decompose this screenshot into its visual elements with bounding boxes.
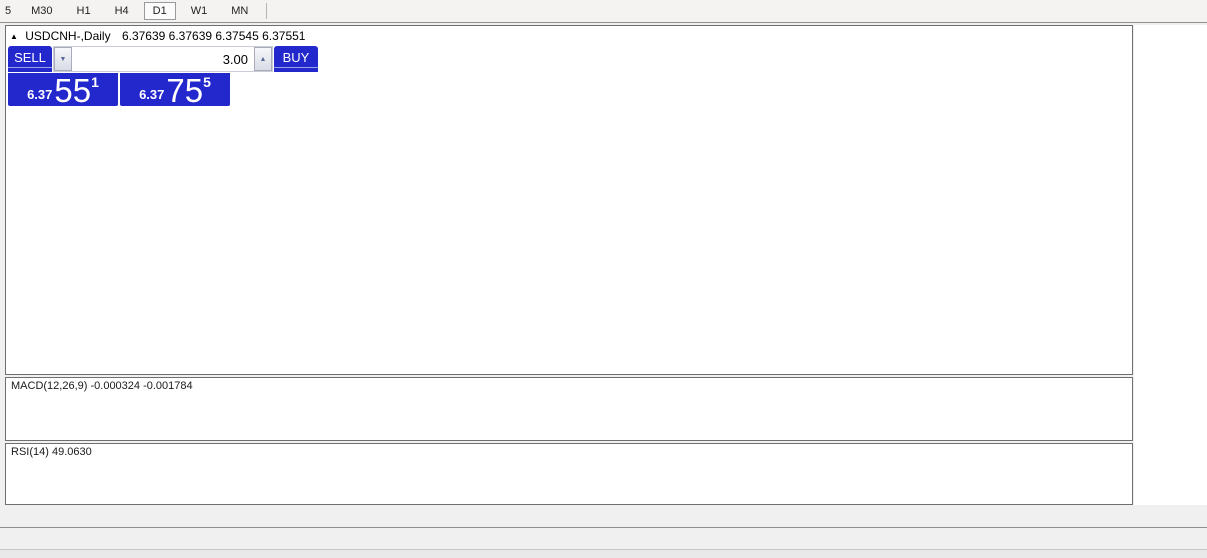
one-click-trading-panel: SELL ▼ ▲ BUY 6.37 55 1 6.37 75 5 xyxy=(8,46,230,106)
sell-button-label: SELL xyxy=(14,50,46,65)
collapse-triangle-icon[interactable]: ▲ xyxy=(10,32,18,41)
mt4-window: 5M30H1H4D1W1MN ▲ USDCNH-,Daily 6.37639 6… xyxy=(0,0,1207,558)
buy-button-label: BUY xyxy=(283,50,310,65)
volume-stepper: ▼ ▲ xyxy=(53,46,273,72)
chart-header: ▲ USDCNH-,Daily 6.37639 6.37639 6.37545 … xyxy=(10,29,305,43)
macd-title: MACD(12,26,9) xyxy=(11,380,87,392)
sell-button[interactable]: SELL xyxy=(8,46,52,72)
chart-symbol-label: USDCNH-,Daily xyxy=(25,29,110,43)
sell-price-big-digits: 55 xyxy=(54,78,91,104)
volume-increase-button[interactable]: ▲ xyxy=(254,47,272,71)
rsi-value: 49.0630 xyxy=(52,446,92,458)
buy-underline xyxy=(274,67,318,68)
rsi-title: RSI(14) xyxy=(11,446,49,458)
volume-decrease-button[interactable]: ▼ xyxy=(54,47,72,71)
buy-price-display[interactable]: 6.37 75 5 xyxy=(120,73,230,106)
sell-price-display[interactable]: 6.37 55 1 xyxy=(8,73,118,106)
macd-value-signal: -0.001784 xyxy=(143,380,193,392)
buy-price-big-digits: 75 xyxy=(166,78,203,104)
buy-button[interactable]: BUY xyxy=(274,46,318,72)
buy-price-pip-digit: 5 xyxy=(203,74,211,90)
rsi-header: RSI(14) 49.0630 xyxy=(11,446,92,458)
volume-input[interactable] xyxy=(72,47,254,71)
sell-price-prefix: 6.37 xyxy=(27,87,52,102)
chart-ohlc-values: 6.37639 6.37639 6.37545 6.37551 xyxy=(122,29,306,43)
sell-price-pip-digit: 1 xyxy=(91,74,99,90)
chart-tab-bar xyxy=(0,527,1207,549)
macd-header: MACD(12,26,9) -0.000324 -0.001784 xyxy=(11,380,193,392)
trade-panel-top-row: SELL ▼ ▲ BUY xyxy=(8,46,230,72)
buy-price-prefix: 6.37 xyxy=(139,87,164,102)
sell-underline xyxy=(8,67,52,68)
bottom-strip xyxy=(0,549,1207,558)
macd-value-main: -0.000324 xyxy=(90,380,140,392)
